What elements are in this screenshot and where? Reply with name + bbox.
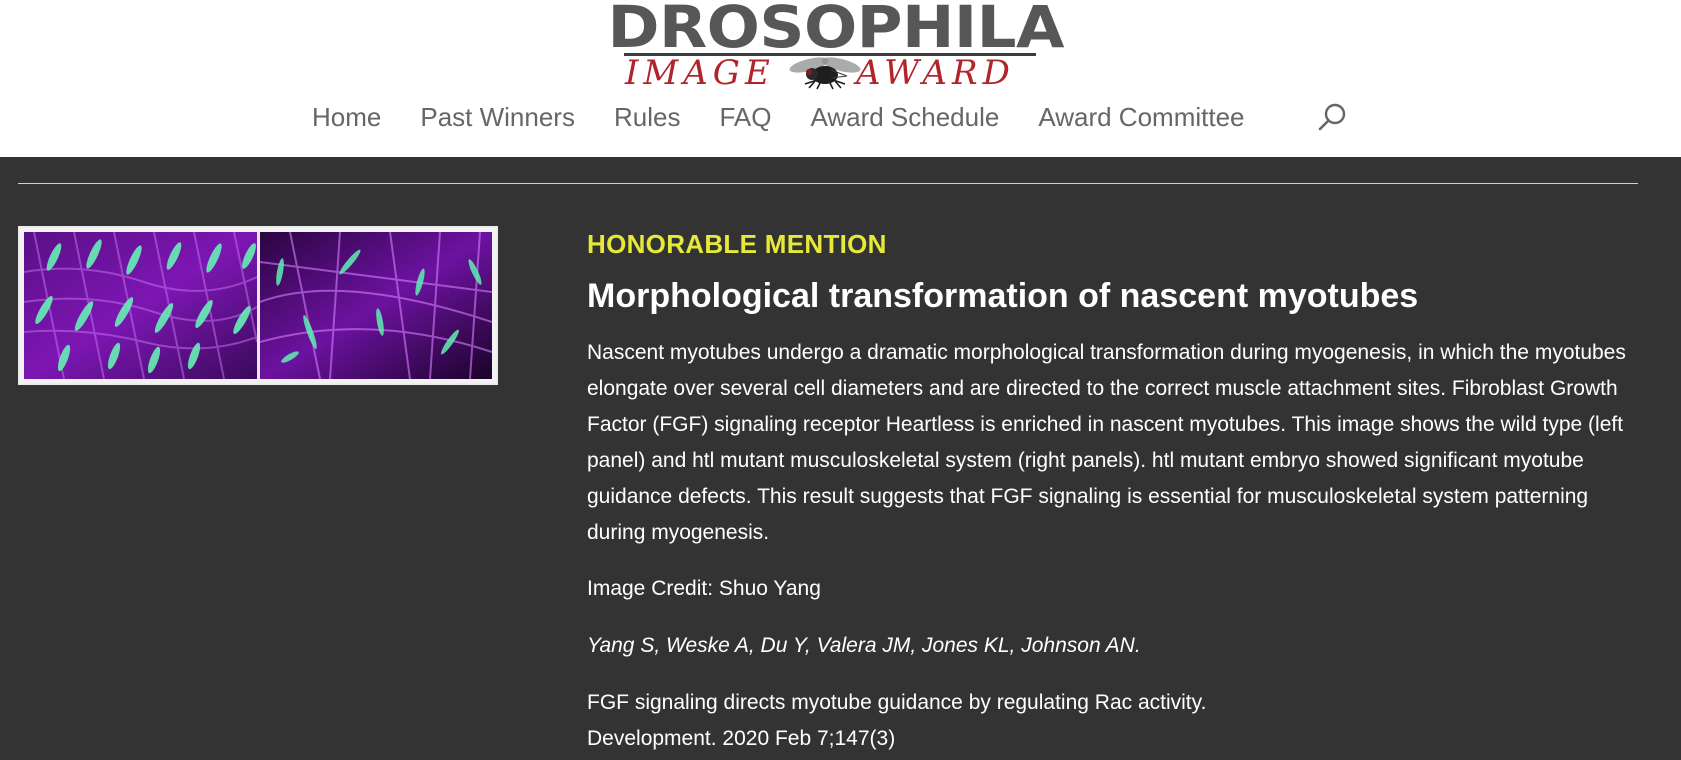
wild-type-panel [24, 232, 257, 379]
award-entry: HONORABLE MENTION Morphological transfor… [587, 222, 1647, 757]
award-category: HONORABLE MENTION [587, 229, 887, 259]
publication-citation: FGF signaling directs myotube guidance b… [587, 685, 1647, 757]
image-credit: Image Credit: Shuo Yang [587, 577, 821, 600]
nav-rules[interactable]: Rules [614, 102, 680, 133]
nav-home[interactable]: Home [312, 102, 381, 133]
nav-past-winners[interactable]: Past Winners [420, 102, 575, 133]
entry-description: Nascent myotubes undergo a dramatic morp… [587, 341, 1626, 544]
logo-subtitle: IMAGE AWARD [624, 56, 1036, 90]
logo-word-award: AWARD [856, 53, 1015, 93]
logo-word-image: IMAGE [625, 53, 775, 93]
logo-title: DROSOPHILA [607, 0, 1065, 61]
site-logo[interactable]: DROSOPHILA IMAGE AWARD [608, 0, 1065, 92]
main-nav: Home Past Winners Rules FAQ Award Schedu… [312, 97, 1284, 137]
entry-title: Morphological transformation of nascent … [587, 277, 1419, 315]
nav-award-schedule[interactable]: Award Schedule [810, 102, 999, 133]
fly-icon [789, 57, 861, 90]
search-icon [1318, 103, 1346, 131]
site-header: DROSOPHILA IMAGE AWARD Home Past Winners… [0, 0, 1681, 157]
nav-award-committee[interactable]: Award Committee [1038, 102, 1244, 133]
publication-authors: Yang S, Weske A, Du Y, Valera JM, Jones … [587, 634, 1141, 657]
citation-title: FGF signaling directs myotube guidance b… [587, 691, 1207, 714]
micrograph [24, 232, 492, 379]
htl-mutant-panel [260, 232, 492, 379]
search-button[interactable] [1316, 101, 1350, 135]
award-image[interactable] [18, 226, 498, 385]
nav-faq[interactable]: FAQ [719, 102, 771, 133]
content-divider [18, 183, 1638, 184]
citation-journal: Development. 2020 Feb 7;147(3) [587, 727, 896, 750]
